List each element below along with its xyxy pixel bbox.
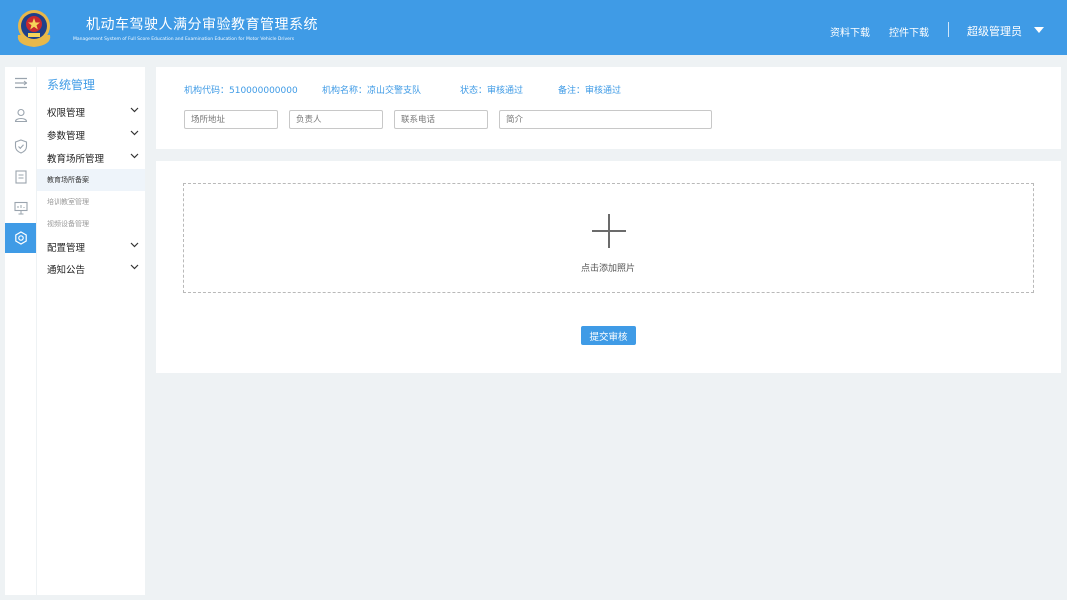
sidebar-group-label: 教育场所管理 [47,154,105,165]
menu-toggle-icon[interactable] [5,68,36,98]
dropzone-hint: 点击添加照片 [580,264,635,274]
sidebar: 系统管理 权限管理 参数管理 教育场所管理 教育场所备案 培训教室管理 视频设备… [37,67,145,595]
presentation-icon[interactable] [5,193,36,223]
chevron-down-icon [130,107,139,113]
sidebar-group-config[interactable]: 配置管理 [47,240,139,254]
shield-icon[interactable] [5,131,36,161]
icon-rail [5,67,36,595]
sidebar-item-video-device[interactable]: 视频设备管理 [37,213,145,235]
phone-field[interactable] [394,110,488,129]
sidebar-group-label: 配置管理 [47,243,86,254]
org-name: 机构名称：凉山交警支队 [322,86,422,96]
chevron-down-icon [130,130,139,136]
photo-dropzone[interactable]: 点击添加照片 [183,183,1034,293]
chevron-down-icon [130,153,139,159]
system-title: 机动车驾驶人满分审验教育管理系统 [86,17,318,33]
plugin-download-link[interactable]: 控件下载 [889,24,929,39]
sidebar-group-label: 通知公告 [47,265,86,276]
address-field[interactable] [184,110,278,129]
user-menu[interactable]: 超级管理员 [967,23,1022,39]
venue-info-panel: 机构代码：510000000000 机构名称：凉山交警支队 状态：审核通过 备注… [156,67,1061,149]
caret-down-icon[interactable] [1034,27,1044,33]
materials-download-link[interactable]: 资料下载 [830,24,870,39]
chevron-down-icon [130,264,139,270]
sidebar-group-label: 权限管理 [47,108,86,119]
settings-icon[interactable] [5,223,36,253]
document-icon[interactable] [5,162,36,192]
status-text: 状态：审核通过 [460,86,524,96]
sidebar-group-parameters[interactable]: 参数管理 [47,128,139,142]
sidebar-group-permissions[interactable]: 权限管理 [47,105,139,119]
header-divider [948,22,949,37]
sidebar-title: 系统管理 [47,78,96,92]
person-in-charge-field[interactable] [289,110,383,129]
chevron-down-icon [130,242,139,248]
user-icon[interactable] [5,100,36,130]
sidebar-item-venue-filing[interactable]: 教育场所备案 [37,169,145,191]
police-emblem-logo [13,7,55,49]
sidebar-group-notices[interactable]: 通知公告 [47,262,139,276]
submit-review-button[interactable]: 提交审核 [581,326,636,345]
system-subtitle: Management System of Full Score Educatio… [73,37,295,42]
photo-upload-panel: 点击添加照片 提交审核 [156,161,1061,373]
top-header: 机动车驾驶人满分审验教育管理系统 Management System of Fu… [0,0,1067,55]
org-code: 机构代码：510000000000 [184,86,298,96]
remark-text: 备注：审核通过 [558,86,622,96]
sidebar-item-classroom[interactable]: 培训教室管理 [37,191,145,213]
sidebar-group-label: 参数管理 [47,131,86,142]
intro-field[interactable] [499,110,712,129]
sidebar-group-venues[interactable]: 教育场所管理 [47,151,139,165]
